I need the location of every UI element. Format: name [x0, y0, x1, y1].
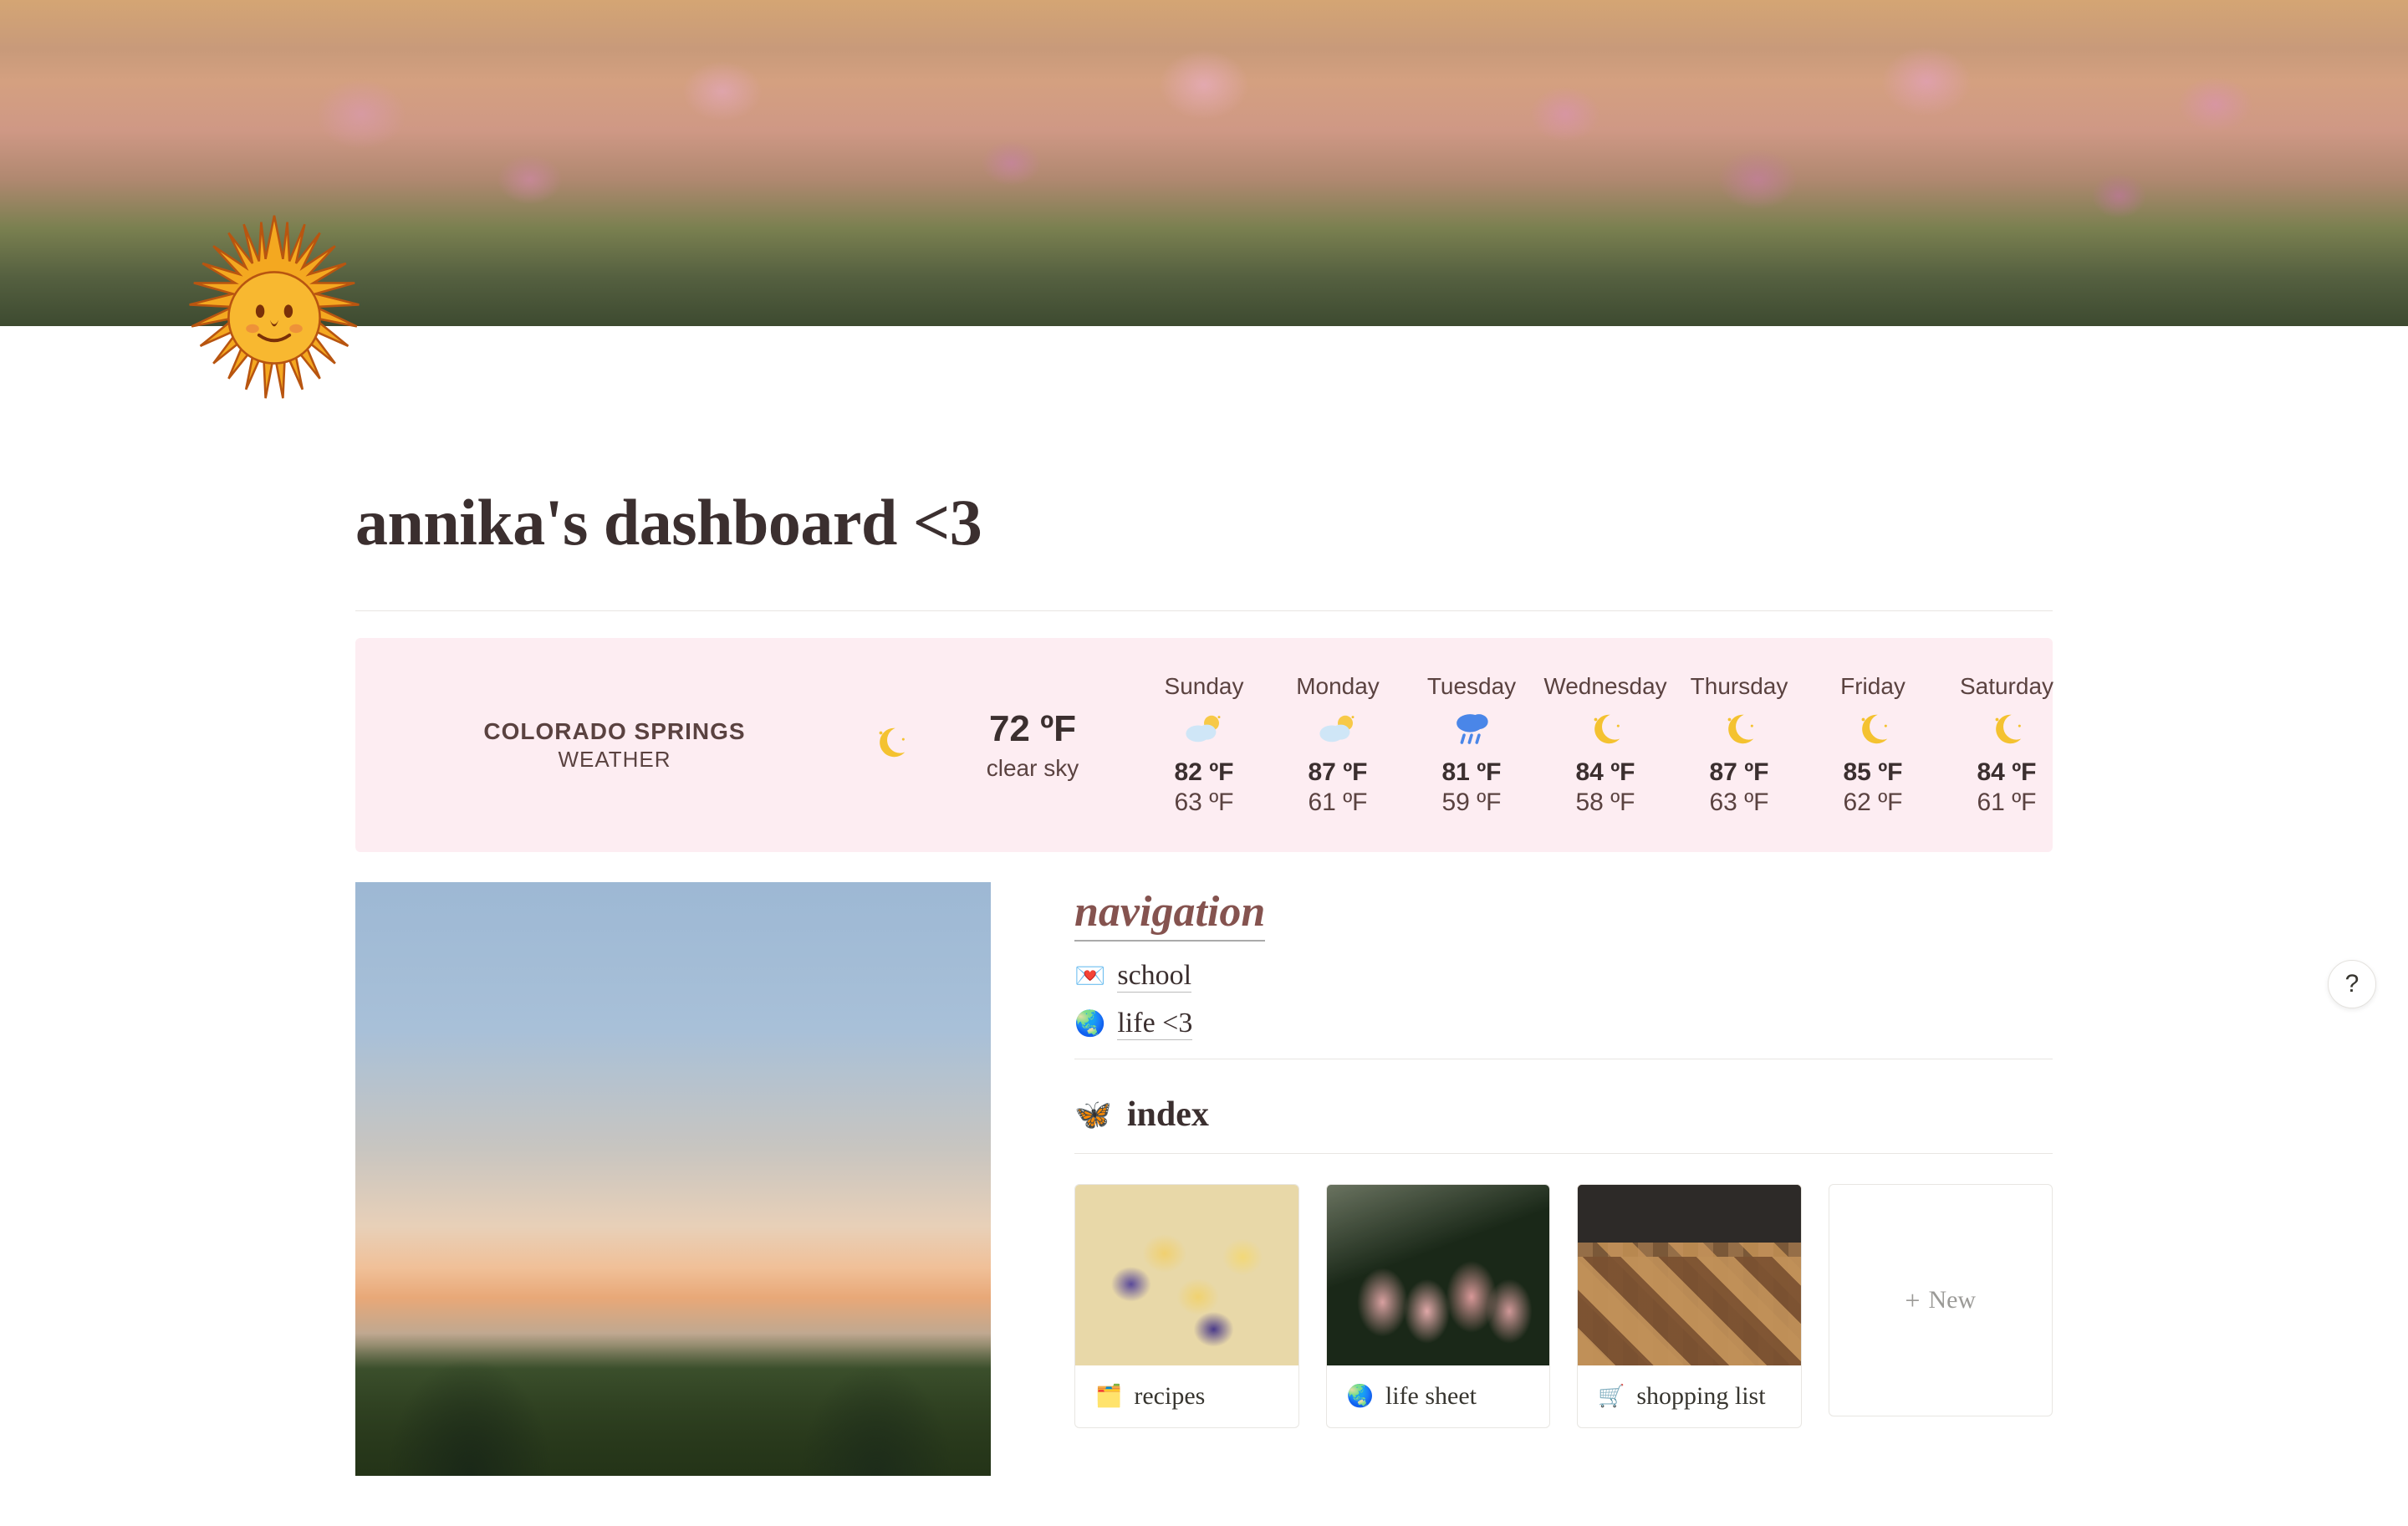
weather-day-name: Thursday — [1676, 673, 1802, 700]
weather-day-name: Friday — [1810, 673, 1936, 700]
weather-day-low: 63 ºF — [1676, 789, 1802, 817]
weather-day-name: Saturday — [1944, 673, 2069, 700]
weather-day-high: 82 ºF — [1141, 758, 1267, 787]
weather-day-high: 81 ºF — [1409, 758, 1534, 787]
nav-link[interactable]: 🌏 life <3 — [1074, 1008, 2053, 1040]
weather-location: COLORADO SPRINGS WEATHER — [397, 718, 832, 773]
card-cover-image — [1075, 1185, 1298, 1365]
card-icon: 🛒 — [1598, 1384, 1625, 1409]
weather-day-high: 84 ºF — [1944, 758, 2069, 787]
index-heading[interactable]: 🦋 index — [1074, 1095, 2053, 1135]
page-title[interactable]: annika's dashboard <3 — [355, 485, 2053, 560]
plus-icon: + — [1905, 1285, 1920, 1316]
weather-day-low: 62 ºF — [1810, 789, 1936, 817]
nav-link-label: life <3 — [1117, 1008, 1192, 1040]
side-image-sunset — [355, 882, 991, 1476]
weather-day-high: 87 ºF — [1275, 758, 1400, 787]
weather-day-name: Sunday — [1141, 673, 1267, 700]
weather-city: COLORADO SPRINGS — [397, 718, 832, 745]
new-card-button[interactable]: + New — [1829, 1184, 2053, 1416]
weather-now-condition: clear sky — [949, 755, 1116, 782]
weather-day: Monday 87 ºF61 ºF — [1275, 673, 1400, 817]
card-title: recipes — [1134, 1382, 1205, 1411]
weather-day-icon — [1141, 708, 1267, 750]
weather-day-icon — [1275, 708, 1400, 750]
gallery-card[interactable]: 🛒 shopping list — [1577, 1184, 1802, 1428]
weather-now: 72 ºF clear sky — [949, 708, 1116, 782]
card-icon: 🗂️ — [1095, 1384, 1122, 1409]
weather-day-icon — [1543, 708, 1668, 750]
nav-link-icon: 🌏 — [1074, 1009, 1105, 1039]
sun-icon — [166, 209, 383, 426]
weather-day-name: Tuesday — [1409, 673, 1534, 700]
weather-day-low: 58 ºF — [1543, 789, 1668, 817]
weather-day-low: 63 ºF — [1141, 789, 1267, 817]
weather-day: Wednesday 84 ºF58 ºF — [1543, 673, 1668, 817]
weather-day-low: 61 ºF — [1944, 789, 2069, 817]
weather-day-high: 85 ºF — [1810, 758, 1936, 787]
divider — [1074, 1153, 2053, 1154]
nav-link-label: school — [1117, 960, 1191, 993]
navigation-heading: navigation — [1074, 887, 1265, 942]
weather-day: Sunday 82 ºF63 ºF — [1141, 673, 1267, 817]
gallery-card[interactable]: 🗂️ recipes — [1074, 1184, 1299, 1428]
weather-label: WEATHER — [397, 747, 832, 773]
weather-forecast: Sunday82 ºF63 ºFMonday87 ºF61 ºFTuesday8… — [1141, 673, 2069, 817]
weather-day-high: 84 ºF — [1543, 758, 1668, 787]
card-title: life sheet — [1385, 1382, 1477, 1411]
weather-day: Saturday 84 ºF61 ºF — [1944, 673, 2069, 817]
weather-now-icon — [857, 720, 924, 771]
page-icon-sun[interactable] — [166, 209, 383, 426]
weather-day-name: Wednesday — [1543, 673, 1668, 700]
card-cover-image — [1327, 1185, 1550, 1365]
nav-link-icon: 💌 — [1074, 962, 1105, 991]
card-title: shopping list — [1636, 1382, 1765, 1411]
index-gallery: 🗂️ recipes 🌏 life sheet 🛒 shopping list + New — [1074, 1184, 2053, 1428]
index-heading-text: index — [1127, 1095, 1209, 1135]
weather-day: Tuesday 81 ºF59 ºF — [1409, 673, 1534, 817]
card-icon: 🌏 — [1347, 1384, 1374, 1409]
divider — [355, 610, 2053, 611]
weather-day: Thursday 87 ºF63 ºF — [1676, 673, 1802, 817]
weather-now-temp: 72 ºF — [949, 708, 1116, 750]
card-cover-image — [1578, 1185, 1801, 1365]
weather-day-low: 59 ºF — [1409, 789, 1534, 817]
new-card-label: New — [1928, 1286, 1976, 1314]
weather-day-icon — [1810, 708, 1936, 750]
gallery-card[interactable]: 🌏 life sheet — [1326, 1184, 1551, 1428]
weather-day-icon — [1676, 708, 1802, 750]
weather-day: Friday 85 ºF62 ºF — [1810, 673, 1936, 817]
weather-day-high: 87 ºF — [1676, 758, 1802, 787]
weather-day-icon — [1409, 708, 1534, 750]
weather-day-low: 61 ºF — [1275, 789, 1400, 817]
weather-day-icon — [1944, 708, 2069, 750]
help-button[interactable]: ? — [2328, 960, 2376, 1008]
weather-day-name: Monday — [1275, 673, 1400, 700]
butterfly-icon: 🦋 — [1074, 1097, 1112, 1132]
nav-link[interactable]: 💌 school — [1074, 960, 2053, 993]
weather-widget: COLORADO SPRINGS WEATHER 72 ºF clear sky… — [355, 638, 2053, 852]
